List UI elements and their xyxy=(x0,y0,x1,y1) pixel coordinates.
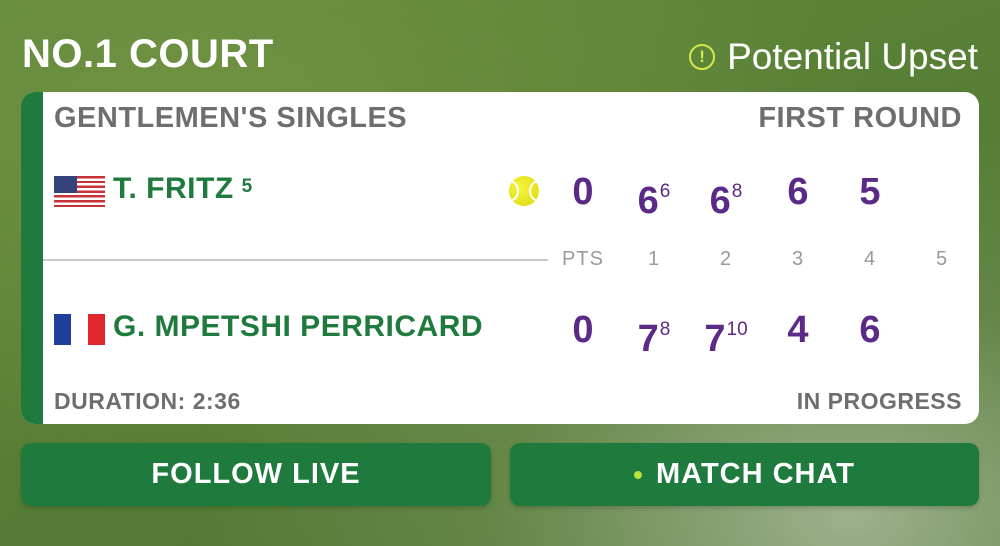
tiebreak-score: 6 xyxy=(659,181,671,202)
card-accent-bar xyxy=(21,92,43,424)
set-3-score: 6 xyxy=(763,167,833,217)
points-score: 0 xyxy=(572,309,594,351)
exclamation-circle-icon: ! xyxy=(689,44,716,70)
column-label-set-2: 2 xyxy=(719,248,733,270)
player-seed: 5 xyxy=(241,176,253,197)
player-name-text: G. MPETSHI PERRICARD xyxy=(113,310,484,343)
column-label-set-4: 4 xyxy=(863,248,877,270)
tiebreak-score: 10 xyxy=(726,319,748,340)
set-games: 5 xyxy=(859,171,881,213)
event-name: GENTLEMEN'S SINGLES xyxy=(54,102,408,134)
set-games: 6 xyxy=(859,309,881,351)
set-games: 7 xyxy=(637,318,659,360)
player-name: G. MPETSHI PERRICARD xyxy=(113,310,483,344)
column-label-set-1: 1 xyxy=(647,248,661,270)
set-games: 6 xyxy=(637,180,659,222)
player-row-mpetshi-perricard: G. MPETSHI PERRICARD 0 78 710 4 6 xyxy=(21,305,979,360)
tiebreak-score: 8 xyxy=(731,181,743,202)
tiebreak-score: 8 xyxy=(659,319,671,340)
set-games: 4 xyxy=(787,309,809,351)
match-status: IN PROGRESS xyxy=(796,388,962,414)
column-label-pts: PTS xyxy=(562,248,604,270)
set-1-score: 66 xyxy=(619,167,689,226)
set-games: 6 xyxy=(787,171,809,213)
player-name: T. FRITZ 5 xyxy=(113,172,253,206)
court-title: NO.1 COURT xyxy=(22,32,274,76)
round-name: FIRST ROUND xyxy=(758,102,962,134)
match-duration: DURATION: 2:36 xyxy=(54,388,241,414)
live-dot-icon xyxy=(634,470,642,479)
row-divider xyxy=(43,259,548,261)
set-2-score: 710 xyxy=(691,305,761,364)
france-flag-icon xyxy=(54,314,105,345)
player-name-text: T. FRITZ xyxy=(113,172,234,205)
set-4-score: 6 xyxy=(835,305,905,355)
match-chat-label: MATCH CHAT xyxy=(656,458,855,490)
follow-live-label: FOLLOW LIVE xyxy=(151,458,361,490)
potential-upset-alert[interactable]: ! Potential Upset xyxy=(689,36,978,78)
points-score: 0 xyxy=(572,171,594,213)
set-games: 6 xyxy=(709,180,731,222)
set-4-score: 5 xyxy=(835,167,905,217)
set-games: 7 xyxy=(704,318,726,360)
match-scorecard[interactable]: GENTLEMEN'S SINGLES FIRST ROUND T. FRITZ… xyxy=(21,92,979,424)
usa-flag-icon xyxy=(54,176,105,207)
column-label-set-3: 3 xyxy=(791,248,805,270)
set-1-score: 78 xyxy=(619,305,689,364)
set-2-score: 68 xyxy=(691,167,761,226)
column-label-set-5: 5 xyxy=(935,248,949,270)
follow-live-button[interactable]: FOLLOW LIVE xyxy=(21,443,491,506)
match-chat-button[interactable]: MATCH CHAT xyxy=(510,443,979,506)
player-row-fritz: T. FRITZ 5 0 66 68 6 5 xyxy=(21,167,979,222)
set-3-score: 4 xyxy=(763,305,833,355)
potential-upset-label: Potential Upset xyxy=(727,36,978,77)
serving-tennis-ball-icon xyxy=(499,176,549,206)
